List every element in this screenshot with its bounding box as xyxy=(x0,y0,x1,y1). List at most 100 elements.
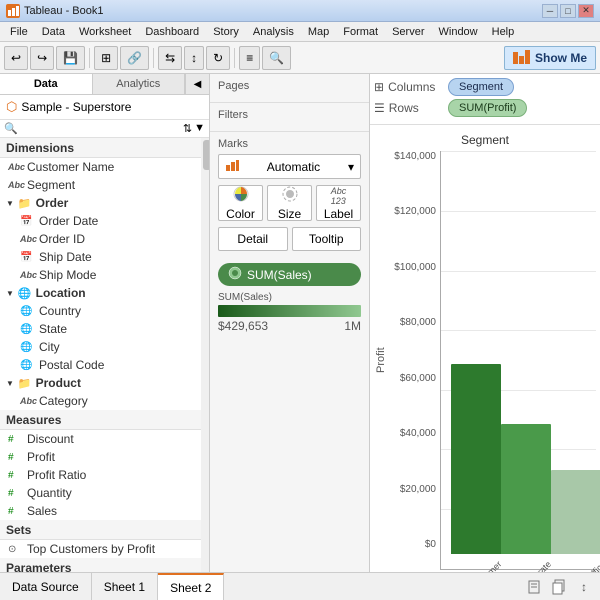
field-country[interactable]: 🌐 Country xyxy=(0,302,201,320)
left-panel-scrollbar[interactable] xyxy=(201,138,209,572)
menu-file[interactable]: File xyxy=(4,24,34,40)
field-profit[interactable]: # Profit xyxy=(0,448,201,466)
show-me-button[interactable]: Show Me xyxy=(504,46,596,70)
tab-sheet-1[interactable]: Sheet 1 xyxy=(92,573,158,600)
abc-icon-shipmode: Abc xyxy=(20,270,34,280)
tab-sheet-2[interactable]: Sheet 2 xyxy=(158,573,224,600)
set-icon: ⊙ xyxy=(8,544,22,555)
field-segment[interactable]: Abc Segment xyxy=(0,176,201,194)
order-group[interactable]: ▼ 📁 Order xyxy=(0,194,201,212)
close-button[interactable]: ✕ xyxy=(578,4,594,18)
datasource-icon: ⊞ xyxy=(101,51,111,65)
title-bar: Tableau - Book1 ─ □ ✕ xyxy=(0,0,600,22)
bar-consumer-rect xyxy=(451,364,501,554)
field-order-id[interactable]: Abc Order ID xyxy=(0,230,201,248)
menu-dashboard[interactable]: Dashboard xyxy=(139,24,205,40)
toolbar-redo[interactable]: ↪ xyxy=(30,46,54,70)
marks-section: Marks Automatic ▾ xyxy=(210,132,369,257)
duplicate-sheet-icon[interactable] xyxy=(550,577,570,597)
location-group[interactable]: ▼ 🌐 Location xyxy=(0,284,201,302)
panel-collapse-button[interactable]: ◀ xyxy=(185,74,209,94)
field-ship-mode[interactable]: Abc Ship Mode xyxy=(0,266,201,284)
status-bar: Data Source Sheet 1 Sheet 2 ↕ xyxy=(0,572,600,600)
filter-fields-icon[interactable]: ▼ xyxy=(194,122,205,135)
menu-server[interactable]: Server xyxy=(386,24,430,40)
field-city[interactable]: 🌐 City xyxy=(0,338,201,356)
columns-segment-pill[interactable]: Segment xyxy=(448,78,514,96)
field-postal-code[interactable]: 🌐 Postal Code xyxy=(0,356,201,374)
field-order-date[interactable]: 📅 Order Date xyxy=(0,212,201,230)
color-button[interactable]: Color xyxy=(218,185,263,221)
y-axis: $140,000 $120,000 $100,000 $80,000 $60,0… xyxy=(388,151,440,570)
tooltip-button[interactable]: Tooltip xyxy=(292,227,362,251)
add-sheet-icon[interactable] xyxy=(526,577,546,597)
rows-profit-pill[interactable]: SUM(Profit) xyxy=(448,99,527,117)
y-tick-80k: $80,000 xyxy=(400,317,436,328)
sort-fields-icon[interactable]: ⇅ xyxy=(183,122,192,135)
product-group[interactable]: ▼ 📁 Product xyxy=(0,374,201,392)
status-icons: ↕ xyxy=(526,577,600,597)
bar-home-office-label: Home Office xyxy=(566,559,600,572)
menu-story[interactable]: Story xyxy=(207,24,245,40)
menu-map[interactable]: Map xyxy=(302,24,335,40)
left-panel-scrollbar-thumb[interactable] xyxy=(203,140,209,170)
sum-sales-pill[interactable]: SUM(Sales) xyxy=(218,263,361,286)
toolbar-swap[interactable]: ⇆ xyxy=(158,46,182,70)
bar-corporate[interactable]: Corporate xyxy=(501,424,551,569)
globe-icon-state: 🌐 xyxy=(20,324,34,335)
tab-data-source[interactable]: Data Source xyxy=(0,573,92,600)
toolbar-highlight[interactable]: 🔍 xyxy=(262,46,291,70)
show-me-label: Show Me xyxy=(535,51,587,65)
field-category[interactable]: Abc Category xyxy=(0,392,201,410)
color-label: Color xyxy=(226,207,255,221)
y-tick-120k: $120,000 xyxy=(394,206,436,217)
bar-home-office[interactable]: Home Office xyxy=(551,470,600,569)
field-label-customer-name: Customer Name xyxy=(27,160,114,174)
product-group-label: Product xyxy=(36,376,81,390)
size-button[interactable]: Size xyxy=(267,185,312,221)
chart-inner: $140,000 $120,000 $100,000 $80,000 $60,0… xyxy=(388,151,596,570)
menu-data[interactable]: Data xyxy=(36,24,71,40)
field-sales[interactable]: # Sales xyxy=(0,502,201,520)
toolbar-connect[interactable]: 🔗 xyxy=(120,46,149,70)
field-discount[interactable]: # Discount xyxy=(0,430,201,448)
tooltip-label: Tooltip xyxy=(309,232,344,246)
tab-analytics[interactable]: Analytics xyxy=(93,74,186,94)
field-customer-name[interactable]: Abc Customer Name xyxy=(0,158,201,176)
toolbar-save[interactable]: 💾 xyxy=(56,46,85,70)
menu-analysis[interactable]: Analysis xyxy=(247,24,300,40)
field-top-customers[interactable]: ⊙ Top Customers by Profit xyxy=(0,540,201,558)
toolbar-undo[interactable]: ↩ xyxy=(4,46,28,70)
maximize-button[interactable]: □ xyxy=(560,4,576,18)
bar-consumer[interactable]: Consumer xyxy=(451,364,501,569)
label-button[interactable]: Abc123 Label xyxy=(316,185,361,221)
field-state[interactable]: 🌐 State xyxy=(0,320,201,338)
columns-grid-icon: ⊞ xyxy=(374,80,384,94)
detail-button[interactable]: Detail xyxy=(218,227,288,251)
marks-dropdown-arrow: ▾ xyxy=(348,160,354,174)
rows-text: Rows xyxy=(389,101,419,115)
toolbar-add-datasource[interactable]: ⊞ xyxy=(94,46,118,70)
minimize-button[interactable]: ─ xyxy=(542,4,558,18)
toolbar-format[interactable]: ≡ xyxy=(239,46,260,70)
datasource-db-icon: ⬡ xyxy=(6,99,17,115)
field-list: Dimensions Abc Customer Name Abc Segment… xyxy=(0,138,201,572)
menu-help[interactable]: Help xyxy=(486,24,521,40)
tab-data[interactable]: Data xyxy=(0,74,93,94)
sheet1-tab-label: Sheet 1 xyxy=(104,580,145,594)
columns-text: Columns xyxy=(388,80,435,94)
swap-icon: ⇆ xyxy=(165,51,175,65)
field-ship-date[interactable]: 📅 Ship Date xyxy=(0,248,201,266)
menu-worksheet[interactable]: Worksheet xyxy=(73,24,137,40)
toolbar-sort[interactable]: ↕ xyxy=(184,46,204,70)
sort-sheets-icon[interactable]: ↕ xyxy=(574,577,594,597)
toolbar: ↩ ↪ 💾 ⊞ 🔗 ⇆ ↕ ↻ ≡ 🔍 xyxy=(0,42,600,74)
field-quantity[interactable]: # Quantity xyxy=(0,484,201,502)
window-controls[interactable]: ─ □ ✕ xyxy=(542,4,594,18)
menu-format[interactable]: Format xyxy=(337,24,384,40)
field-profit-ratio[interactable]: # Profit Ratio xyxy=(0,466,201,484)
marks-type-dropdown[interactable]: Automatic ▾ xyxy=(218,154,361,179)
columns-shelf: ⊞ Columns Segment xyxy=(374,78,596,96)
toolbar-refresh[interactable]: ↻ xyxy=(206,46,230,70)
menu-window[interactable]: Window xyxy=(433,24,484,40)
